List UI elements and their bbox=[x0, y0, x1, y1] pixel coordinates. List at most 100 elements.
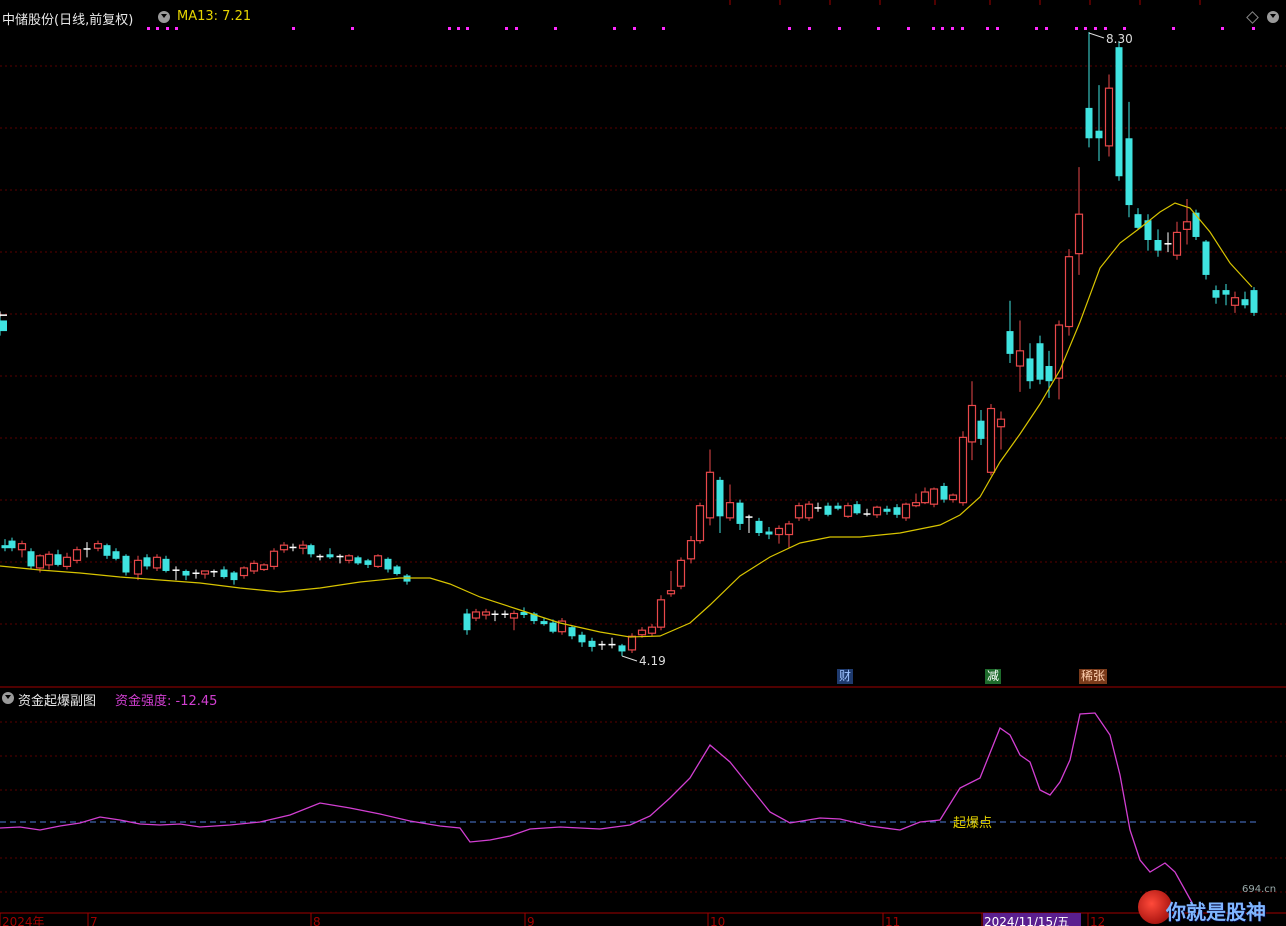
high-label: 8.30 bbox=[1106, 32, 1133, 46]
ma13-value: MA13: 7.21 bbox=[177, 9, 252, 24]
candle-body bbox=[676, 559, 686, 587]
signal-dot bbox=[808, 27, 811, 30]
signal-dot bbox=[941, 27, 944, 30]
candle-body bbox=[814, 507, 822, 509]
x-axis-label: 8 bbox=[313, 915, 321, 926]
candle-body bbox=[316, 555, 324, 558]
candle-body bbox=[695, 505, 705, 542]
signal-dot bbox=[1252, 27, 1255, 30]
x-axis-label: 2024年 bbox=[2, 915, 45, 926]
signal-dot bbox=[147, 27, 150, 30]
candle-body bbox=[481, 611, 491, 616]
candle-body bbox=[618, 645, 626, 652]
signal-dots bbox=[147, 27, 1255, 30]
candle-body bbox=[491, 613, 499, 616]
signal-dot bbox=[877, 27, 880, 30]
candle-body bbox=[501, 613, 509, 616]
signal-dot bbox=[1172, 27, 1175, 30]
candle-body bbox=[540, 621, 548, 625]
candle-body bbox=[93, 543, 103, 549]
candle-body bbox=[1230, 297, 1240, 306]
chart-canvas: 8.30 4.19 起爆点 2024年 7 8 9 10 11 2024/11/15/五 12 bbox=[0, 0, 1286, 926]
candle-body bbox=[122, 555, 130, 573]
event-tag-finance[interactable]: 财 bbox=[837, 669, 854, 684]
candle-body bbox=[1125, 138, 1133, 206]
candle-body bbox=[0, 320, 7, 332]
candle-body bbox=[210, 570, 218, 573]
candle-body bbox=[336, 555, 344, 558]
candle-body bbox=[1115, 47, 1123, 177]
candle-body bbox=[774, 527, 784, 536]
settings-circle-icon[interactable] bbox=[1267, 11, 1279, 23]
signal-dot bbox=[457, 27, 460, 30]
candle-body bbox=[230, 572, 238, 581]
candle-body bbox=[598, 643, 606, 646]
candle-body bbox=[716, 479, 724, 517]
candle-body bbox=[1212, 290, 1220, 298]
candle-body bbox=[627, 635, 637, 651]
candle-body bbox=[0, 314, 7, 316]
candle-body bbox=[686, 540, 696, 560]
candle-body bbox=[893, 507, 901, 515]
candle-body bbox=[863, 513, 871, 515]
indicator-dropdown-icon[interactable] bbox=[2, 692, 14, 704]
watermark-site: 694.cn bbox=[1242, 884, 1277, 895]
candle-body bbox=[608, 643, 616, 646]
candle-body bbox=[1045, 366, 1053, 382]
signal-dot bbox=[613, 27, 616, 30]
dropdown-circle-icon[interactable] bbox=[158, 11, 170, 23]
candle-body bbox=[509, 612, 519, 619]
candle-body bbox=[463, 613, 471, 631]
signal-dot bbox=[554, 27, 557, 30]
candle-body bbox=[1164, 243, 1172, 245]
candle-body bbox=[755, 520, 763, 534]
candle-body bbox=[568, 627, 576, 637]
candle-body bbox=[393, 566, 401, 575]
candle-body bbox=[911, 502, 921, 507]
candle-body bbox=[112, 551, 120, 559]
signal-dot bbox=[351, 27, 354, 30]
candle-body bbox=[269, 550, 279, 568]
signal-dot bbox=[838, 27, 841, 30]
candle-body bbox=[239, 567, 249, 577]
candle-body bbox=[883, 508, 891, 512]
candle-body bbox=[364, 560, 372, 565]
candle-body bbox=[162, 558, 170, 571]
candle-body bbox=[929, 488, 939, 505]
candle-body bbox=[920, 491, 930, 504]
low-label: 4.19 bbox=[639, 654, 666, 668]
candle-body bbox=[220, 569, 228, 578]
candle-body bbox=[1064, 256, 1074, 328]
x-axis-label: 10 bbox=[710, 915, 725, 926]
signal-dot bbox=[466, 27, 469, 30]
signal-dot bbox=[961, 27, 964, 30]
signal-dot bbox=[1045, 27, 1048, 30]
explode-point-label: 起爆点 bbox=[953, 816, 992, 831]
signal-dot bbox=[907, 27, 910, 30]
candle-body bbox=[843, 505, 853, 517]
candle-body bbox=[182, 570, 190, 576]
candle-body bbox=[804, 503, 814, 519]
signal-dot bbox=[633, 27, 636, 30]
high-marker: 8.30 bbox=[1088, 32, 1133, 46]
event-tag-reduce[interactable]: 减 bbox=[985, 669, 1002, 684]
candle-body bbox=[1104, 87, 1114, 147]
candle-body bbox=[289, 546, 297, 549]
candle-body bbox=[354, 557, 362, 564]
candle-body bbox=[986, 407, 996, 473]
candle-body bbox=[736, 502, 744, 524]
candle-body bbox=[1036, 343, 1044, 380]
candle-body bbox=[8, 540, 16, 549]
candle-body bbox=[1074, 213, 1084, 255]
candle-body bbox=[1154, 240, 1162, 251]
signal-dot bbox=[1084, 27, 1087, 30]
candle-body bbox=[948, 494, 958, 501]
candle-body bbox=[940, 485, 948, 500]
indicator-name: 资金起爆副图 bbox=[18, 694, 97, 709]
event-tag-dilution[interactable]: 稀张 bbox=[1079, 669, 1108, 684]
x-axis-label: 7 bbox=[90, 915, 98, 926]
candle-body bbox=[307, 545, 315, 555]
candle-body bbox=[794, 505, 804, 519]
x-axis-label: 12 bbox=[1090, 915, 1105, 926]
candle-body bbox=[666, 590, 676, 595]
